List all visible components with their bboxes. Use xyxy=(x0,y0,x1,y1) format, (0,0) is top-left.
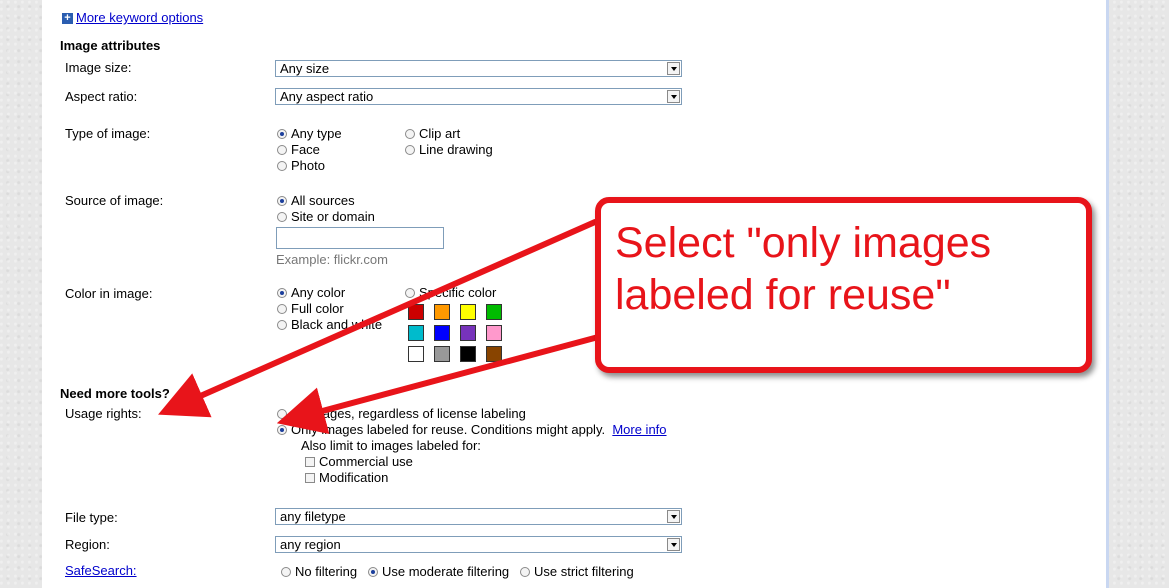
callout-line-2: labeled for reuse" xyxy=(615,271,951,319)
arrow-to-usage-label xyxy=(158,219,598,418)
callout-line-1: Select "only images xyxy=(615,219,992,267)
arrow-to-reuse-option xyxy=(276,333,605,434)
annotation-callout: Select "only images labeled for reuse" xyxy=(595,197,1092,373)
